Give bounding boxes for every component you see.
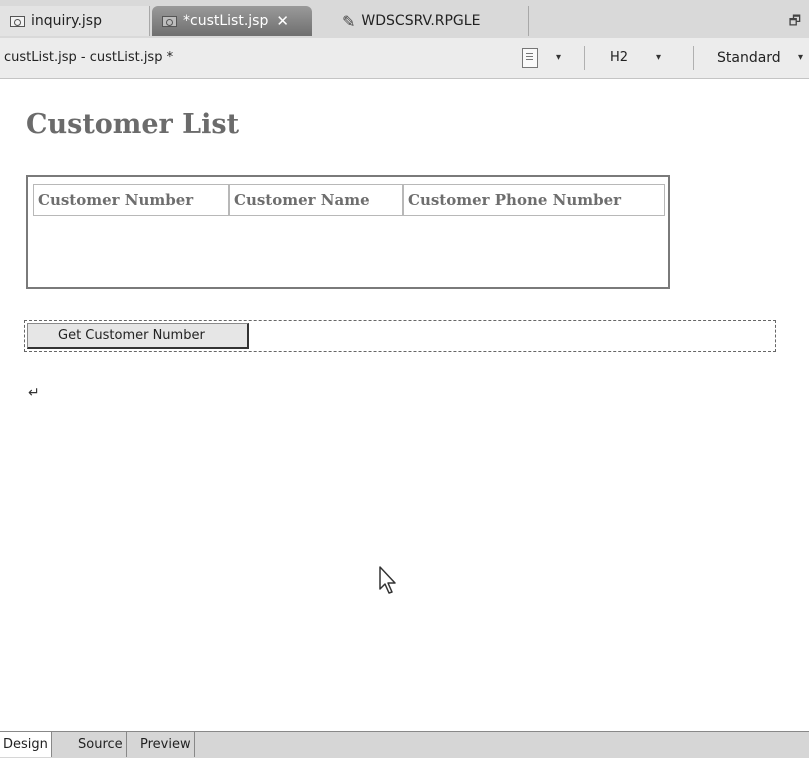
editor-tab-bar: inquiry.jsp *custList.jsp ✕ ✎ WDSCSRV.RP… <box>0 0 809 39</box>
chevron-down-icon[interactable]: ▾ <box>656 52 661 63</box>
jsp-file-icon <box>162 15 177 27</box>
customer-table[interactable]: Customer Number Customer Name Customer P… <box>26 175 670 289</box>
design-canvas[interactable]: Customer List Customer Number Customer N… <box>0 79 809 731</box>
paragraph-return-mark: ↵ <box>28 385 40 401</box>
tab-label: inquiry.jsp <box>31 13 102 29</box>
toolbar-divider <box>693 46 694 70</box>
tab-custlist-jsp[interactable]: *custList.jsp ✕ <box>152 6 312 36</box>
chevron-down-icon[interactable]: ▾ <box>556 52 561 63</box>
column-header-customer-phone[interactable]: Customer Phone Number <box>403 184 665 216</box>
tab-label: WDSCSRV.RPGLE <box>361 13 481 29</box>
editor-toolbar: custList.jsp - custList.jsp * ▾ H2 ▾ Sta… <box>0 38 809 79</box>
pencil-icon: ✎ <box>342 11 356 31</box>
font-style-value: Standard <box>717 50 781 66</box>
chevron-down-icon[interactable]: ▾ <box>798 52 803 63</box>
column-header-customer-number[interactable]: Customer Number <box>33 184 229 216</box>
tab-label: *custList.jsp <box>183 13 269 29</box>
close-icon[interactable]: ✕ <box>276 12 289 30</box>
heading-style-value: H2 <box>610 50 629 65</box>
mouse-cursor-icon <box>379 566 396 594</box>
tab-preview[interactable]: Preview <box>137 732 195 757</box>
form-region[interactable]: Get Customer Number <box>24 320 776 352</box>
font-style-select[interactable]: Standard <box>717 50 781 66</box>
column-header-customer-name[interactable]: Customer Name <box>229 184 403 216</box>
page-properties-icon[interactable] <box>522 48 538 68</box>
restore-icon[interactable]: 🗗 <box>789 12 801 34</box>
get-customer-number-button[interactable]: Get Customer Number <box>27 323 249 349</box>
jsp-file-icon <box>10 15 25 27</box>
tab-source[interactable]: Source <box>75 732 127 757</box>
editor-title: custList.jsp - custList.jsp * <box>4 50 174 65</box>
tab-design[interactable]: Design <box>0 732 52 757</box>
tab-inquiry-jsp[interactable]: inquiry.jsp <box>0 6 150 36</box>
tab-wdscsrv-rpgle[interactable]: ✎ WDSCSRV.RPGLE <box>324 6 529 36</box>
heading-style-select[interactable]: H2 <box>610 50 628 65</box>
view-tab-bar: Design Source Preview <box>0 731 809 758</box>
page-heading[interactable]: Customer List <box>26 109 239 140</box>
toolbar-divider <box>584 46 585 70</box>
